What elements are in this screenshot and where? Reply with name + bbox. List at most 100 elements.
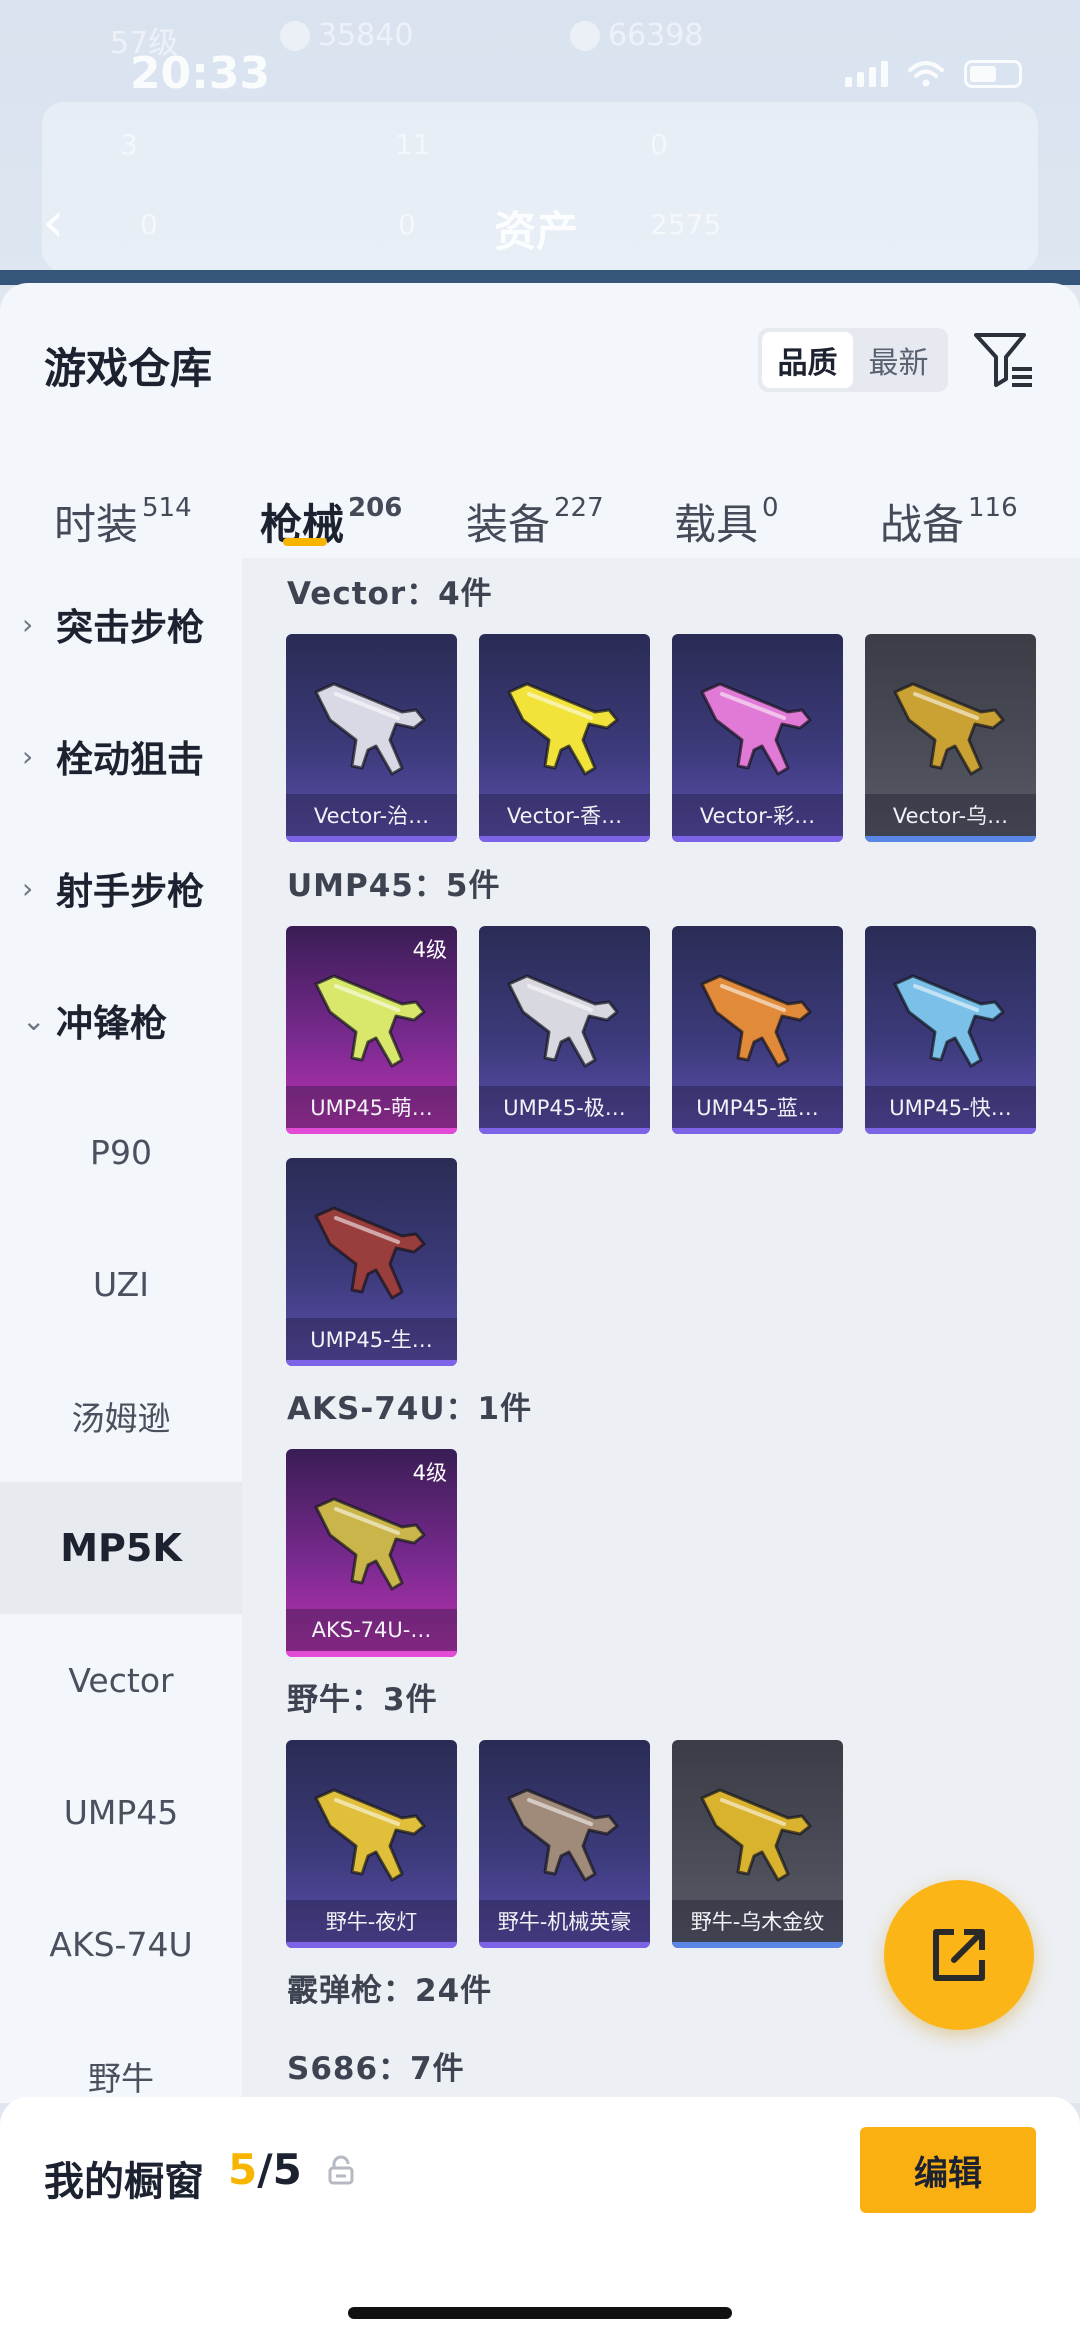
share-button[interactable] <box>884 1880 1034 2030</box>
edit-button[interactable]: 编辑 <box>860 2127 1036 2213</box>
chevron-right-icon: › <box>22 871 34 905</box>
skin-card[interactable]: UMP45-生… <box>286 1158 457 1366</box>
skin-card[interactable]: Vector-香… <box>479 634 650 842</box>
skin-card[interactable]: 4级 UMP45-萌… <box>286 926 457 1134</box>
category-tabs: 时装 514 枪械 206 装备 227 载具 0 战备 116 <box>0 463 1080 553</box>
skin-card[interactable]: 野牛-夜灯 <box>286 1740 457 1948</box>
sidebar-item-smg[interactable]: ⌄ 冲锋枪 <box>0 954 242 1086</box>
status-time: 20:33 <box>130 48 271 99</box>
status-icons <box>845 60 1022 88</box>
background-page-title: 资产 <box>494 207 579 256</box>
signal-icon <box>845 61 888 87</box>
weapon-skin-image <box>314 682 426 776</box>
sort-toggle: 品质 最新 <box>758 328 948 392</box>
skin-card[interactable]: Vector-治… <box>286 634 457 842</box>
lock-icon <box>328 2155 354 2185</box>
group-title-bizon: 野牛：3件 <box>287 1682 438 1718</box>
weapon-skin-image <box>507 682 619 776</box>
weapon-grid: Vector：4件 Vector-治… Vector-香… Vector-彩… … <box>242 558 1080 2103</box>
tab-count: 227 <box>554 493 604 523</box>
tab-label: 装备 <box>466 500 551 549</box>
tab-label: 时装 <box>54 500 139 549</box>
showcase-count: 5/5 <box>228 2145 302 2194</box>
sidebar-item-aks74u[interactable]: AKS-74U <box>0 1878 242 2010</box>
skin-card-label: Vector-治… <box>286 794 457 836</box>
chevron-right-icon: › <box>22 607 34 641</box>
rarity-bar <box>286 1360 457 1366</box>
background-header: 57级 35840 66398 20:33 3 11 0 0 0 2575 ‹ … <box>0 0 1080 285</box>
weapon-skin-image <box>507 1788 619 1882</box>
rarity-bar <box>286 836 457 842</box>
skin-card[interactable]: 野牛-乌木金纹 <box>672 1740 843 1948</box>
tab-label: 载具 <box>674 500 759 549</box>
skin-card-label: 野牛-夜灯 <box>286 1900 457 1942</box>
weapon-type-sidebar: › 突击步枪 › 栓动狙击 › 射手步枪 ⌄ 冲锋枪 P90 UZI 汤姆逊 MP5K … <box>0 558 242 2103</box>
group-title-ump45: UMP45：5件 <box>287 868 501 904</box>
weapon-skin-image <box>314 1497 426 1591</box>
showcase-total: 5 <box>272 2145 302 2194</box>
points-icon <box>570 20 600 51</box>
skin-card-label: Vector-彩… <box>672 794 843 836</box>
sidebar-item-marksman-rifle[interactable]: › 射手步枪 <box>0 822 242 954</box>
sort-quality-option[interactable]: 品质 <box>762 332 853 388</box>
points-text: 66398 <box>608 18 704 53</box>
skin-card[interactable]: Vector-彩… <box>672 634 843 842</box>
background-stat-value: 2575 <box>650 208 722 241</box>
active-tab-indicator <box>283 538 327 546</box>
rarity-bar <box>479 1942 650 1948</box>
back-arrow-icon[interactable]: ‹ <box>42 190 64 255</box>
sidebar-item-label: 冲锋枪 <box>56 1002 167 1045</box>
skin-card-label: UMP45-极… <box>479 1086 650 1128</box>
tab-count: 116 <box>968 493 1018 523</box>
skin-card[interactable]: 野牛-机械英豪 <box>479 1740 650 1948</box>
group-title-aks74u: AKS-74U：1件 <box>287 1391 533 1427</box>
skin-card-label: Vector-香… <box>479 794 650 836</box>
level-badge: 4级 <box>412 1461 447 1485</box>
battery-icon <box>964 60 1022 88</box>
weapon-skin-image <box>314 1788 426 1882</box>
tab-count: 0 <box>762 493 779 523</box>
rarity-bar <box>672 1128 843 1134</box>
filter-icon[interactable] <box>972 329 1034 389</box>
skin-card-label: UMP45-蓝… <box>672 1086 843 1128</box>
sidebar-item-p90[interactable]: P90 <box>0 1086 242 1218</box>
sort-latest-option[interactable]: 最新 <box>853 332 944 388</box>
sidebar-item-vector[interactable]: Vector <box>0 1614 242 1746</box>
skin-card[interactable]: Vector-乌… <box>865 634 1036 842</box>
skin-card[interactable]: UMP45-蓝… <box>672 926 843 1134</box>
showcase-current: 5 <box>228 2145 258 2194</box>
tab-count: 206 <box>348 493 403 523</box>
rarity-bar <box>672 836 843 842</box>
sidebar-item-bizon[interactable]: 野牛 <box>0 2010 242 2103</box>
rarity-bar <box>479 836 650 842</box>
weapon-skin-image <box>700 974 812 1068</box>
skin-card-label: AKS-74U-… <box>286 1609 457 1651</box>
skin-card-label: Vector-乌… <box>865 794 1036 836</box>
skin-card[interactable]: UMP45-极… <box>479 926 650 1134</box>
sheet-title: 游戏仓库 <box>44 344 213 393</box>
group-title-shotgun: 霰弹枪：24件 <box>287 1973 493 2009</box>
rarity-bar <box>286 1651 457 1657</box>
tab-supplies[interactable]: 战备 116 <box>880 491 1018 552</box>
sidebar-item-mp5k[interactable]: MP5K <box>0 1482 242 1614</box>
skin-card[interactable]: 4级 AKS-74U-… <box>286 1449 457 1657</box>
tab-equipment[interactable]: 装备 227 <box>466 491 604 552</box>
skin-card-label: UMP45-生… <box>286 1318 457 1360</box>
tab-fashion[interactable]: 时装 514 <box>54 491 192 552</box>
tab-label: 战备 <box>880 500 965 549</box>
background-points: 66398 <box>570 18 703 53</box>
rarity-bar <box>865 836 1036 842</box>
skin-card-label: UMP45-萌… <box>286 1086 457 1128</box>
background-stat-value: 0 <box>140 208 158 241</box>
tab-vehicles[interactable]: 载具 0 <box>674 491 779 552</box>
sidebar-item-thompson[interactable]: 汤姆逊 <box>0 1350 242 1482</box>
tab-firearms[interactable]: 枪械 206 <box>260 491 402 552</box>
skin-card[interactable]: UMP45-快… <box>865 926 1036 1134</box>
skin-card-label: 野牛-乌木金纹 <box>672 1900 843 1942</box>
sidebar-item-label: 射手步枪 <box>56 870 204 913</box>
sidebar-item-ump45[interactable]: UMP45 <box>0 1746 242 1878</box>
background-stat-value: 0 <box>650 128 668 161</box>
sidebar-item-assault-rifle[interactable]: › 突击步枪 <box>0 558 242 690</box>
sidebar-item-bolt-sniper[interactable]: › 栓动狙击 <box>0 690 242 822</box>
sidebar-item-uzi[interactable]: UZI <box>0 1218 242 1350</box>
